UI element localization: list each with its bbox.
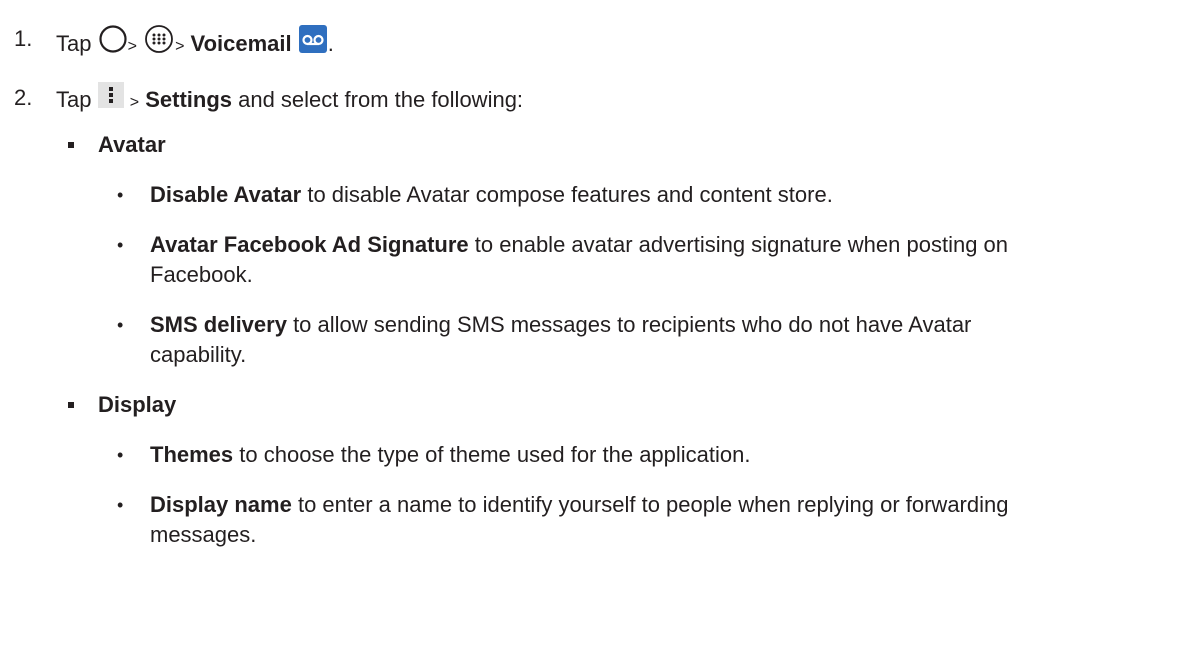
item-themes: Themes to choose the type of theme used … (150, 442, 751, 467)
step-2-rest: and select from the following: (232, 86, 524, 112)
item-bullet: • (117, 315, 124, 335)
separator: > (127, 37, 137, 55)
item-sms-delivery: SMS delivery to allow sending SMS messag… (150, 312, 972, 337)
voicemail-label: Voicemail (190, 30, 292, 56)
separator: > (175, 37, 185, 55)
menu-dots-icon (97, 82, 124, 114)
item-facebook-ad-signature-cont: Facebook. (150, 262, 253, 287)
item-sms-delivery-cont: capability. (150, 342, 247, 367)
item-bullet: • (117, 495, 124, 515)
document-page: 1. Tap > > Voicemail . 2. Tap > Settings… (0, 0, 1204, 661)
item-bullet: • (117, 235, 124, 255)
step-1-end: . (327, 30, 334, 56)
item-bullet: • (117, 185, 124, 205)
section-bullet (68, 402, 74, 408)
home-circle-icon (98, 24, 128, 60)
item-display-name: Display name to enter a name to identify… (150, 492, 1009, 517)
voicemail-icon (298, 24, 328, 60)
step-2-tap: Tap (56, 86, 92, 112)
step-2: 2. (14, 85, 32, 111)
item-bullet: • (117, 445, 124, 465)
item-disable-avatar: Disable Avatar to disable Avatar compose… (150, 182, 833, 207)
step-1-tap: Tap (56, 30, 92, 56)
step-1: 1. (14, 26, 32, 52)
item-display-name-cont: messages. (150, 522, 257, 547)
apps-grid-icon (143, 23, 175, 61)
settings-label: Settings (145, 86, 232, 112)
step-2-text: Tap > Settings and select from the follo… (56, 82, 524, 117)
section-title-display: Display (98, 392, 177, 417)
item-facebook-ad-signature: Avatar Facebook Ad Signature to enable a… (150, 232, 1009, 257)
step-1-text: Tap > > Voicemail . (56, 23, 334, 64)
section-title-avatar: Avatar (98, 132, 166, 157)
section-bullet (68, 142, 74, 148)
step-2-number: 2. (14, 85, 33, 110)
separator: > (129, 93, 140, 111)
step-1-number: 1. (14, 26, 33, 51)
